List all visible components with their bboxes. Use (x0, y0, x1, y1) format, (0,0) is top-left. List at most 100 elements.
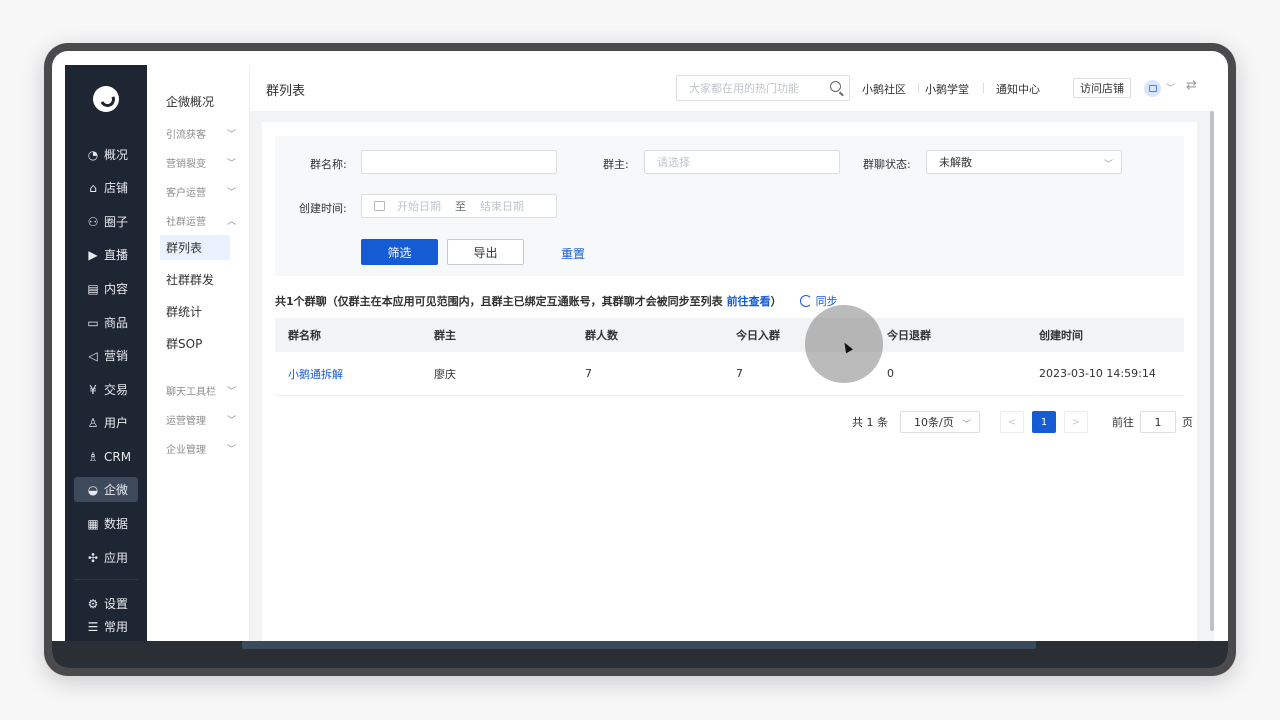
sidebar-group-customer[interactable]: 客户运营 ﹀ (166, 184, 236, 199)
table-cell: 廖庆 (434, 367, 456, 381)
filter-box: 群名称: 群主: 请选择 群聊状态: 未解散 ﹀ 创建时间: 开始日期 至 结束日… (275, 136, 1184, 276)
sidebar-group-ops[interactable]: 运营管理 ﹀ (166, 412, 236, 427)
group-name-input[interactable] (361, 150, 557, 174)
nav-item-settings[interactable]: ⚙ 设置 (74, 591, 138, 616)
nav-item-trade[interactable]: ¥ 交易 (74, 377, 138, 402)
chevron-down-icon[interactable]: ﹀ (1166, 81, 1175, 94)
table-cell: 7 (585, 367, 592, 380)
status-select[interactable]: 未解散 ﹀ (926, 150, 1122, 174)
scrollbar[interactable] (1210, 111, 1214, 631)
app-window: ◔ 概况 ⌂ 店铺 ⚇ 圈子 ▶ 直播 ▤ 内容 ▭ 商品 ◁ 营销 ¥ 交易 ♙ 用户 ♗ CRM ◒ 企微 ▦ 数据 ✣ 应用… (65, 65, 1214, 641)
live-icon: ▶ (88, 247, 98, 262)
nav-item-favorites[interactable]: ☰ 常用 (74, 614, 138, 639)
owner-select[interactable]: 请选择 (644, 150, 840, 174)
marketing-icon: ◁ (88, 348, 98, 363)
sidebar-group-chat-toolbar[interactable]: 聊天工具栏 ﹀ (166, 383, 236, 398)
top-bar: 群列表 大家都在用的热门功能 小鹅社区 小鹅学堂 通知中心 访问店铺 ﹀ ⇄ (250, 65, 1214, 111)
dock-bar (242, 641, 1036, 649)
chevron-up-icon: ︿ (226, 217, 236, 227)
reset-button[interactable]: 重置 (561, 245, 585, 262)
nav-item-wecom[interactable]: ◒ 企微 (74, 477, 138, 502)
crm-icon: ♗ (87, 449, 99, 464)
sidebar-group-community[interactable]: 社群运营 ︿ (166, 213, 236, 228)
pagination-total: 共 1 条 (852, 416, 888, 429)
table-cell: 0 (887, 367, 894, 380)
page-size-select[interactable]: 10条/页 ﹀ (900, 411, 980, 433)
nav-item-label: 圈子 (104, 215, 129, 229)
nav-item-live[interactable]: ▶ 直播 (74, 242, 138, 267)
nav-item-user[interactable]: ♙ 用户 (74, 410, 138, 435)
link-community[interactable]: 小鹅社区 (862, 81, 906, 97)
nav-item-content[interactable]: ▤ 内容 (74, 276, 138, 301)
prev-page-button[interactable]: < (1000, 411, 1024, 433)
calendar-icon (374, 201, 385, 211)
visit-store-button[interactable]: 访问店铺 (1073, 78, 1131, 98)
settings-icon: ⚙ (87, 596, 99, 611)
filter-button[interactable]: 筛选 (361, 239, 438, 265)
nav-item-label: 用户 (104, 416, 129, 430)
goto-page-input[interactable]: 1 (1140, 411, 1176, 433)
sidebar-item-group-list[interactable]: 群列表 (160, 235, 230, 260)
link-academy[interactable]: 小鹅学堂 (925, 81, 969, 97)
app-logo-icon[interactable] (93, 86, 119, 112)
nav-item-marketing[interactable]: ◁ 营销 (74, 343, 138, 368)
store-icon: ⌂ (89, 180, 97, 195)
search-input[interactable]: 大家都在用的热门功能 (676, 75, 850, 101)
nav-item-store[interactable]: ⌂ 店铺 (74, 175, 138, 200)
nav-item-label: 交易 (104, 383, 129, 397)
sidebar-group-marketing[interactable]: 营销裂变 ﹀ (166, 155, 236, 170)
nav-item-label: 企微 (104, 483, 129, 497)
primary-sidebar: ◔ 概况 ⌂ 店铺 ⚇ 圈子 ▶ 直播 ▤ 内容 ▭ 商品 ◁ 营销 ¥ 交易 ♙ 用户 ♗ CRM ◒ 企微 ▦ 数据 ✣ 应用… (65, 65, 147, 641)
chevron-down-icon: ﹀ (226, 445, 236, 455)
trade-icon: ¥ (89, 382, 97, 397)
nav-item-overview[interactable]: ◔ 概况 (74, 142, 138, 167)
nav-item-label: 常用 (104, 620, 129, 634)
device-frame: ◔ 概况 ⌂ 店铺 ⚇ 圈子 ▶ 直播 ▤ 内容 ▭ 商品 ◁ 营销 ¥ 交易 ♙ 用户 ♗ CRM ◒ 企微 ▦ 数据 ✣ 应用… (44, 43, 1236, 676)
status-label: 群聊状态: (863, 158, 911, 171)
nav-item-crm[interactable]: ♗ CRM (74, 444, 138, 469)
sidebar-group-traffic[interactable]: 引流获客 ﹀ (166, 126, 236, 141)
nav-item-goods[interactable]: ▭ 商品 (74, 310, 138, 335)
circle-icon: ⚇ (87, 214, 99, 229)
column-header: 今日退群 (887, 329, 931, 342)
nav-item-circle[interactable]: ⚇ 圈子 (74, 209, 138, 234)
switch-icon[interactable]: ⇄ (1186, 78, 1197, 93)
sidebar-item-group-stats[interactable]: 群统计 (160, 299, 230, 324)
divider (74, 579, 138, 580)
divider (918, 83, 919, 93)
export-button[interactable]: 导出 (447, 239, 524, 265)
content-icon: ▤ (87, 281, 99, 296)
sidebar-item-group-sop[interactable]: 群SOP (160, 331, 230, 356)
table-row: 小鹅通拆解 廖庆 7 7 0 2023-03-10 14:59:14 (275, 352, 1184, 396)
page-suffix: 页 (1182, 416, 1193, 429)
table-header: 群名称 群主 群人数 今日入群 今日退群 创建时间 (275, 318, 1184, 352)
link-notifications[interactable]: 通知中心 (996, 81, 1040, 97)
next-page-button[interactable]: > (1064, 411, 1088, 433)
nav-item-label: 设置 (104, 597, 129, 611)
view-link[interactable]: 前往查看 (727, 293, 771, 309)
sidebar-group-enterprise[interactable]: 企业管理 ﹀ (166, 441, 236, 456)
page-button[interactable]: 1 (1032, 411, 1056, 433)
chevron-down-icon: ﹀ (226, 387, 236, 397)
wecom-icon: ◒ (87, 482, 99, 497)
nav-item-apps[interactable]: ✣ 应用 (74, 545, 138, 570)
pagination: 共 1 条 10条/页 ﹀ < 1 > 前往 1 页 (852, 410, 1193, 434)
sidebar-item-group-broadcast[interactable]: 社群群发 (160, 267, 230, 292)
nav-item-label: 应用 (104, 551, 129, 565)
sidebar-item-overview[interactable]: 企微概况 (166, 93, 214, 110)
owner-label: 群主: (603, 158, 629, 171)
search-icon[interactable] (830, 81, 841, 92)
content-panel: 群名称: 群主: 请选择 群聊状态: 未解散 ﹀ 创建时间: 开始日期 至 结束日… (262, 122, 1197, 641)
store-avatar-icon[interactable] (1144, 80, 1161, 97)
nav-item-data[interactable]: ▦ 数据 (74, 511, 138, 536)
nav-item-label: CRM (104, 449, 132, 464)
chevron-down-icon: ﹀ (226, 159, 236, 169)
divider (983, 83, 984, 93)
goto-label: 前往 (1112, 416, 1134, 429)
column-header: 群名称 (288, 329, 321, 342)
page-title: 群列表 (266, 84, 306, 99)
date-range-picker[interactable]: 开始日期 至 结束日期 (361, 194, 557, 218)
secondary-sidebar: 企微概况 引流获客 ﹀ 营销裂变 ﹀ 客户运营 ﹀ 社群运营 ︿ 群列表 社群群发 群统… (147, 65, 250, 641)
nav-item-label: 概况 (104, 148, 129, 162)
group-name-link[interactable]: 小鹅通拆解 (288, 368, 343, 381)
